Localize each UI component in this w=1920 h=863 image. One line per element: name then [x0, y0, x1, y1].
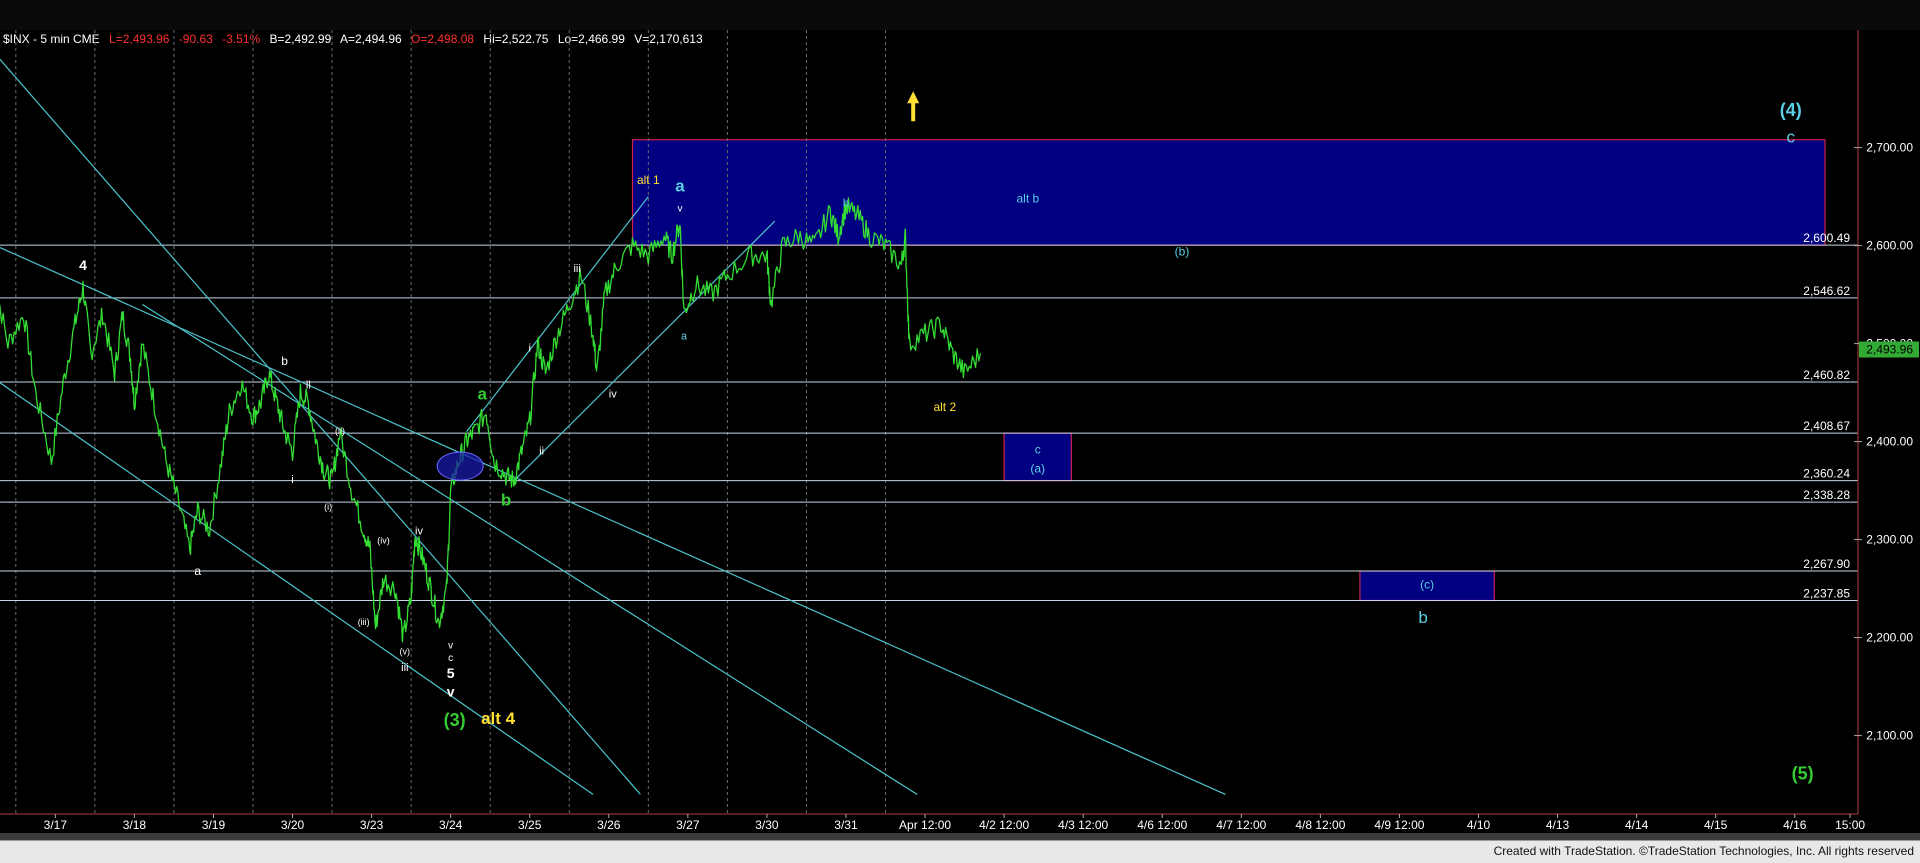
level-label: 2,408.67: [1803, 419, 1850, 433]
wave-label: b: [843, 197, 849, 209]
wave-label: 4: [79, 257, 87, 273]
wave-label: b: [501, 490, 511, 509]
wave-label: 5: [447, 665, 455, 681]
copyright-credit: Created with TradeStation. ©TradeStation…: [1493, 844, 1914, 858]
x-tick-label: 4/2 12:00: [979, 818, 1029, 832]
wave-label: b: [281, 354, 288, 368]
wave-label: i: [291, 474, 293, 486]
level-label: 2,338.28: [1803, 488, 1850, 502]
wave-label: ii: [306, 380, 311, 392]
x-tick-label: 3/31: [834, 818, 858, 832]
wave-label: (v): [400, 646, 411, 656]
x-tick-label: 4/13: [1546, 818, 1570, 832]
x-tick-label: 4/7 12:00: [1216, 818, 1266, 832]
trendline: [141, 303, 918, 795]
x-tick-label: 3/19: [202, 818, 226, 832]
zone-label: (a): [1030, 462, 1045, 476]
wave-label: iii: [401, 662, 408, 674]
wave-label: (i): [324, 502, 332, 512]
x-tick-label: 4/10: [1467, 818, 1491, 832]
level-label: 2,360.24: [1803, 467, 1850, 481]
wave-label: ii: [539, 445, 544, 457]
price-chart[interactable]: c (a) (c) 2,600.49 2,546.62 2,460.82 2,408.67 2…: [0, 30, 1920, 833]
wave-label: a: [478, 384, 488, 403]
wave-label: c: [1787, 128, 1796, 147]
trendline: [466, 196, 649, 433]
x-tick-label: 4/8 12:00: [1295, 818, 1345, 832]
wave-label: (3): [444, 710, 466, 730]
target-zone-0: [631, 139, 1826, 246]
wave-label: alt b: [1016, 191, 1039, 205]
wave-label: iv: [609, 389, 617, 401]
x-tick-label: 3/30: [755, 818, 779, 832]
zone-label: (c): [1420, 577, 1434, 591]
x-tick-label: 4/15: [1704, 818, 1728, 832]
wave-label: (4): [1780, 100, 1802, 120]
status-footer: Created with TradeStation. ©TradeStation…: [0, 840, 1920, 863]
level-label: 2,460.82: [1803, 368, 1850, 382]
wave-label: c: [448, 653, 453, 664]
y-tick-label: 2,700.00: [1866, 141, 1913, 155]
x-tick-label: Apr 12:00: [899, 818, 951, 832]
x-tick-label: 4/9 12:00: [1374, 818, 1424, 832]
y-tick-label: 2,300.00: [1866, 533, 1913, 547]
x-tick-label: 4/14: [1625, 818, 1649, 832]
x-tick-label: 3/26: [597, 818, 621, 832]
wave-label: (iii): [358, 617, 370, 627]
wave-label: alt 2: [933, 400, 956, 414]
wave-label: a: [194, 564, 201, 578]
x-tick-label: 3/20: [281, 818, 305, 832]
wave-label: b: [1418, 608, 1427, 627]
x-tick-label: 3/18: [123, 818, 147, 832]
y-tick-label: 2,400.00: [1866, 435, 1913, 449]
wave-label: (iv): [377, 536, 390, 546]
x-tick-label: 4/3 12:00: [1058, 818, 1108, 832]
y-tick-label: 2,200.00: [1866, 631, 1913, 645]
wave-label: iii: [573, 263, 580, 275]
up-arrow-icon: [907, 91, 920, 122]
wave-label: (ii): [335, 426, 345, 436]
wave-label: v: [447, 683, 455, 699]
x-tick-label: 3/27: [676, 818, 700, 832]
level-label: 2,267.90: [1803, 557, 1850, 571]
wave-label: i: [529, 342, 531, 354]
x-tick-label: 3/23: [360, 818, 384, 832]
x-tick-label: 3/17: [44, 818, 68, 832]
wave-label: a: [681, 331, 688, 343]
wave-label: (b): [1175, 244, 1190, 258]
x-tick-label: 15:00: [1835, 818, 1865, 832]
wave-label: alt 1: [637, 173, 660, 187]
x-tick-label: 4/16: [1783, 818, 1807, 832]
x-tick-label: 3/24: [439, 818, 463, 832]
y-tick-label: 2,100.00: [1866, 729, 1913, 743]
wave-label: v: [448, 640, 453, 651]
y-tick-label: 2,600.00: [1866, 239, 1913, 253]
wave-label: v: [677, 203, 682, 214]
level-label: 2,600.49: [1803, 231, 1850, 245]
wave-label: a: [675, 177, 685, 196]
title-bar: [0, 0, 1920, 30]
trendline: [0, 59, 641, 795]
bottom-marker-ellipse: [436, 451, 484, 481]
zone-label: c: [1035, 443, 1041, 457]
x-tick-label: 4/6 12:00: [1137, 818, 1187, 832]
wave-label: alt 4: [481, 709, 516, 728]
level-label: 2,546.62: [1803, 284, 1850, 298]
last-price-label: 2,493.96: [1866, 343, 1913, 357]
trendline: [0, 382, 594, 795]
wave-label: (5): [1792, 764, 1814, 784]
wave-label: iv: [415, 526, 423, 538]
x-tick-label: 3/25: [518, 818, 542, 832]
level-label: 2,237.85: [1803, 587, 1850, 601]
